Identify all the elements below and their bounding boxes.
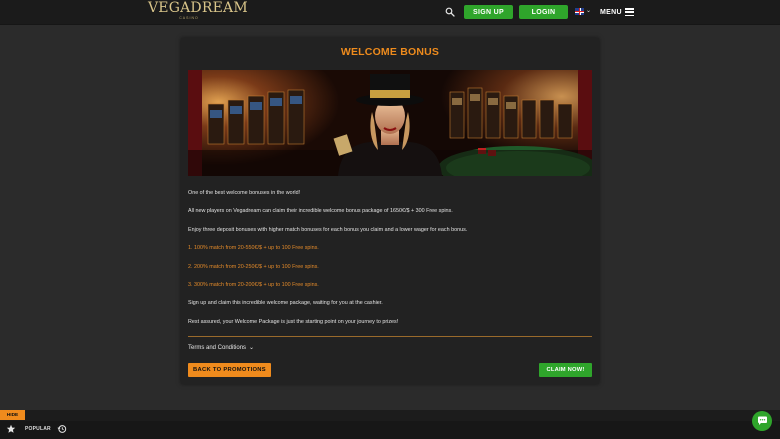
popular-tab[interactable]: POPULAR [25, 426, 51, 432]
promo-paragraph: Rest assured, your Welcome Package is ju… [188, 319, 399, 325]
promo-paragraph: Sign up and claim this incredible welcom… [188, 300, 383, 306]
live-chat-button[interactable] [752, 411, 772, 431]
promo-paragraph: All new players on Vegadream can claim t… [188, 208, 453, 214]
logo-wordmark: VEGADREAM [148, 0, 248, 16]
uk-flag-icon [575, 8, 584, 15]
page-title: WELCOME BONUS [340, 46, 440, 58]
menu-button[interactable]: MENU [600, 5, 634, 19]
claim-now-button[interactable]: CLAIM NOW! [539, 363, 592, 377]
promo-paragraph: One of the best welcome bonuses in the w… [188, 190, 301, 196]
hide-button[interactable]: HIDE [0, 410, 25, 420]
hamburger-icon [624, 8, 634, 16]
back-to-promotions-button[interactable]: BACK TO PROMOTIONS [188, 363, 271, 377]
chevron-down-icon: ⌄ [249, 345, 255, 351]
login-button[interactable]: LOGIN [519, 5, 568, 19]
chevron-down-icon: ⌄ [586, 8, 592, 14]
chat-bubble-icon [757, 416, 767, 425]
vegadream-logo[interactable]: VEGADREAM CASINO [148, 0, 248, 21]
footer-separator [0, 410, 780, 421]
promo-paragraph: Enjoy three deposit bonuses with higher … [188, 227, 468, 233]
promotion-card: WELCOME BONUS One of the best welcome bo… [181, 38, 599, 384]
logo-subtitle: CASINO [179, 16, 199, 20]
menu-label: MENU [600, 8, 622, 16]
bonus-tier-1: 1. 100% match from 20-550€/$ + up to 100… [188, 245, 319, 251]
divider [188, 336, 592, 337]
signup-button[interactable]: SIGN UP [464, 5, 513, 19]
star-icon[interactable] [6, 424, 16, 434]
history-icon[interactable] [57, 424, 67, 434]
terms-toggle[interactable]: Terms and Conditions ⌄ [188, 344, 255, 352]
top-header: VEGADREAM CASINO SIGN UP LOGIN ⌄ MENU [0, 0, 780, 25]
promo-banner-image [188, 70, 592, 176]
bonus-tier-2: 2. 200% match from 20-250€/$ + up to 100… [188, 264, 319, 270]
terms-label: Terms and Conditions [188, 344, 247, 351]
bonus-tier-3: 3. 300% match from 20-200€/$ + up to 100… [188, 282, 319, 288]
search-icon[interactable] [445, 7, 455, 17]
language-selector[interactable]: ⌄ [575, 8, 591, 17]
bottom-nav-bar: POPULAR [0, 421, 780, 439]
